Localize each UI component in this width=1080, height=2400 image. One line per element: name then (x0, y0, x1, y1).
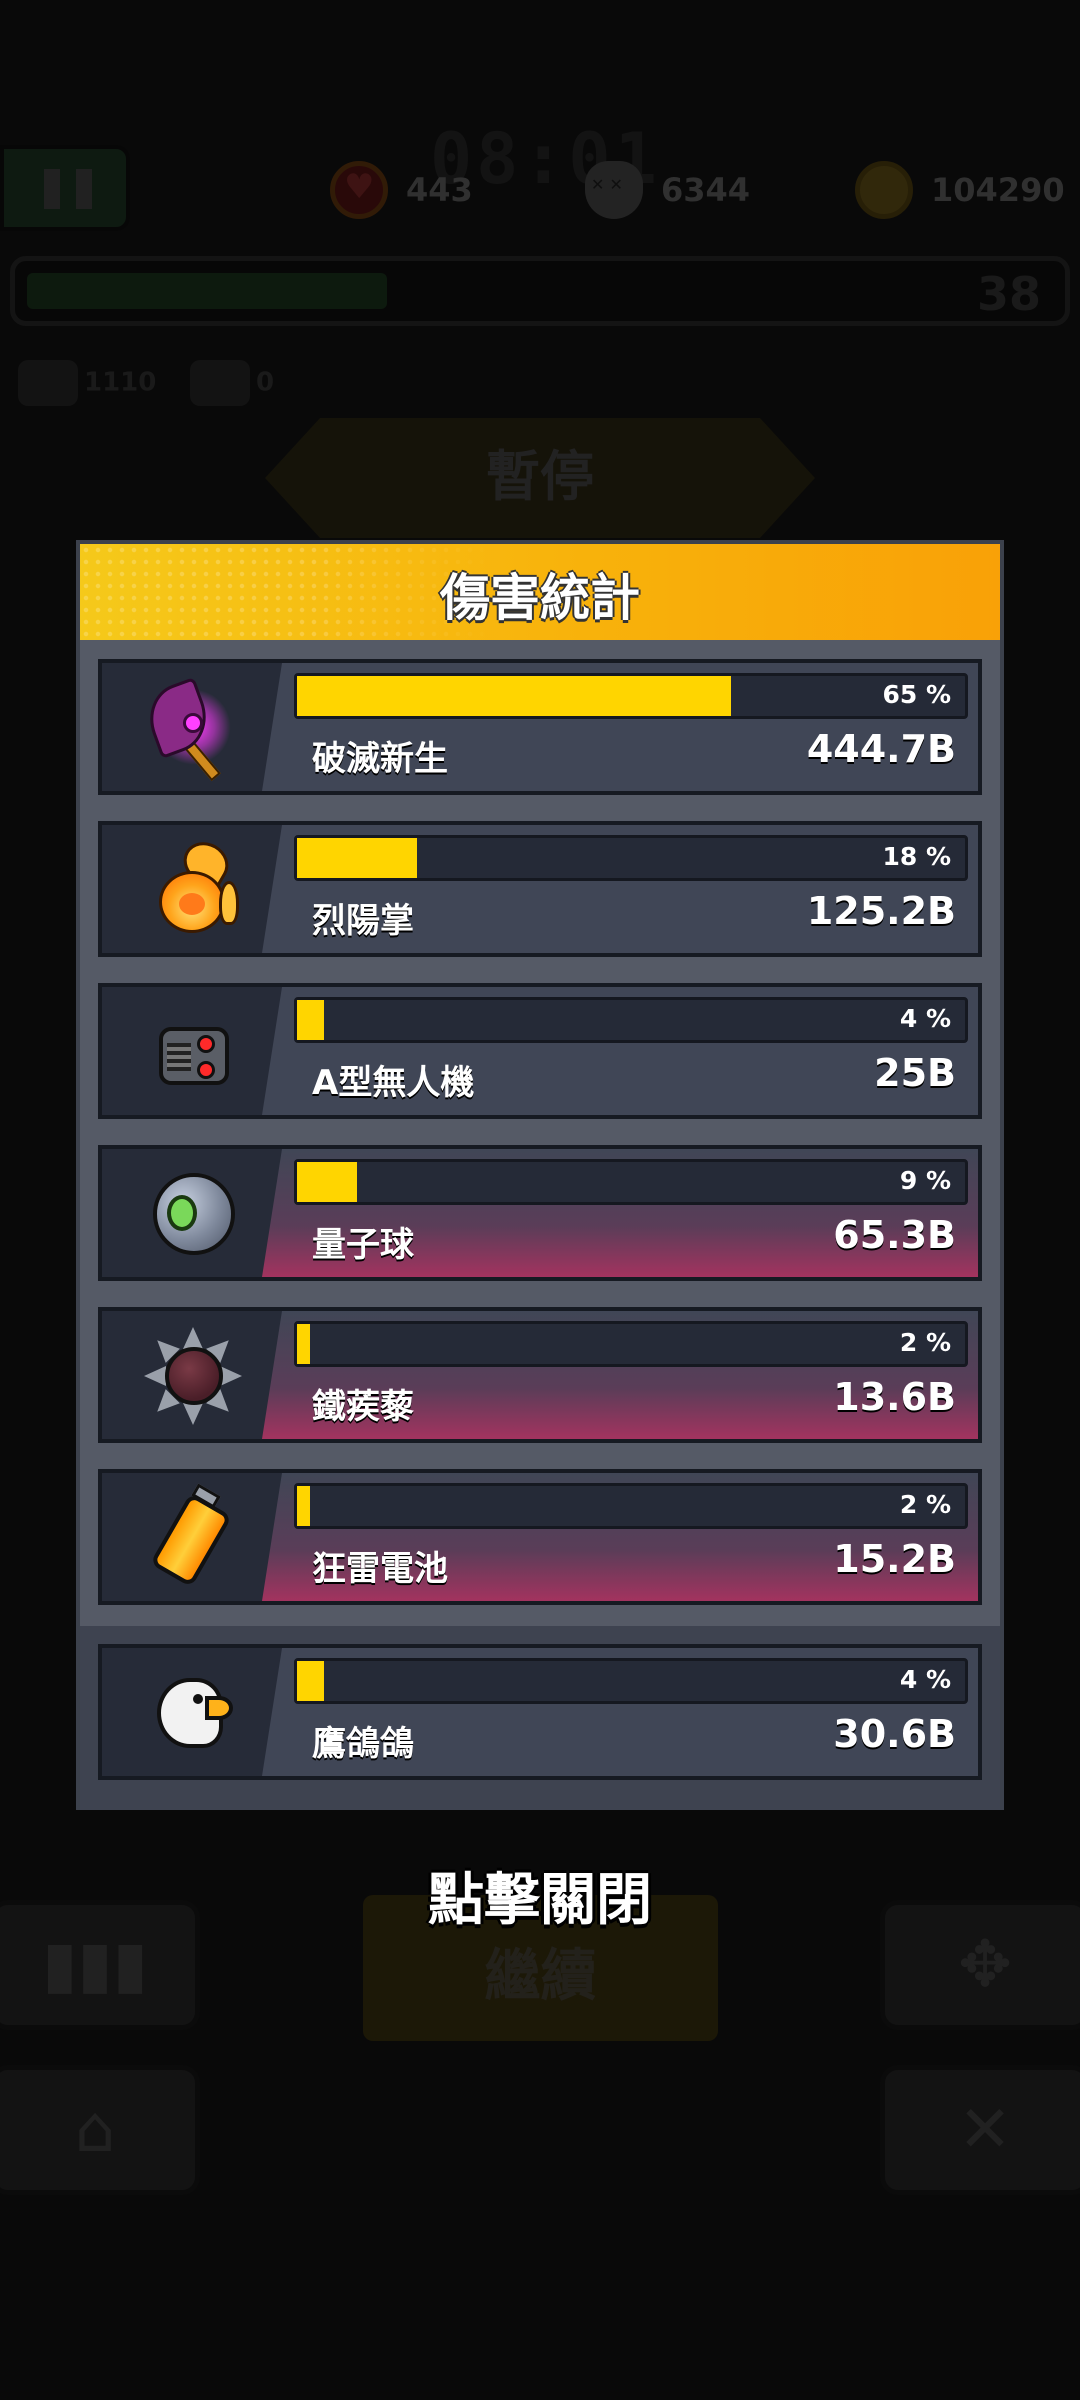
item-damage: 125.2B (806, 889, 956, 933)
damage-bar-fill (297, 676, 732, 716)
magnet-icon (18, 360, 78, 406)
tap-to-close-hint[interactable]: 點擊關閉 (340, 1855, 740, 1936)
item-damage: 30.6B (833, 1712, 956, 1756)
row-info: 2 % 鐵蒺藜 13.6B (262, 1311, 978, 1439)
damage-stats-panel: 傷害統計 65 % 破滅新生 444.7B 18 % 烈陽掌 125.2B 4 … (76, 540, 1004, 1810)
item-name: 鷹鴿鴿 (312, 1724, 414, 1764)
damage-bar: 65 % (294, 673, 968, 719)
row-icon-cell (102, 1149, 284, 1277)
damage-bar-fill (297, 838, 418, 878)
row-info: 4 % A型無人機 25B (262, 987, 978, 1115)
dpad-icon: ✥ (958, 1928, 1012, 2002)
mini-stat-2-value: 0 (256, 367, 275, 398)
mini-stat-2: 0 (190, 360, 274, 406)
hearts-value: 443 (406, 171, 473, 209)
drone-icon (145, 1003, 241, 1099)
mute-icon: ✕ (958, 2093, 1012, 2167)
quantum-orb-icon (145, 1165, 241, 1261)
damage-bar: 18 % (294, 835, 968, 881)
damage-bar-fill (297, 1162, 358, 1202)
level-value: 38 (976, 267, 1041, 321)
item-name: 狂雷電池 (312, 1549, 448, 1589)
joystick-button[interactable]: ✥ (880, 1900, 1080, 2030)
damage-row: 18 % 烈陽掌 125.2B (98, 821, 982, 957)
item-damage: 444.7B (806, 727, 956, 771)
damage-row: 65 % 破滅新生 444.7B (98, 659, 982, 795)
row-icon-cell (102, 1473, 284, 1601)
damage-percent: 2 % (899, 1328, 951, 1357)
damage-bar: 9 % (294, 1159, 968, 1205)
damage-bar-fill (297, 1324, 311, 1364)
damage-bar-fill (297, 1000, 324, 1040)
mute-button[interactable]: ✕ (880, 2065, 1080, 2195)
damage-percent: 4 % (899, 1004, 951, 1033)
mini-stat-1: 1110 (18, 360, 156, 406)
row-info: 18 % 烈陽掌 125.2B (262, 825, 978, 953)
panel-title: 傷害統計 (440, 569, 640, 627)
kills-counter: 6344 (585, 160, 750, 220)
spiked-ball-icon (144, 1327, 242, 1425)
damage-percent: 18 % (882, 842, 951, 871)
pause-title: 暫停 (486, 445, 594, 508)
item-damage: 25B (874, 1051, 956, 1095)
coins-value: 104290 (931, 171, 1065, 209)
row-info: 65 % 破滅新生 444.7B (262, 663, 978, 791)
companion-section: 4 % 鷹鴿鴿 30.6B (80, 1626, 1000, 1810)
hearts-counter: 443 (330, 160, 473, 220)
row-icon-cell (102, 1311, 284, 1439)
fire-paw-icon (145, 834, 241, 937)
mini-stat-1-value: 1110 (84, 367, 157, 398)
skull-icon (585, 161, 643, 219)
damage-row: 2 % 狂雷電池 15.2B (98, 1469, 982, 1605)
item-name: A型無人機 (312, 1063, 475, 1103)
damage-bar-fill (297, 1486, 311, 1526)
damage-row: 9 % 量子球 65.3B (98, 1145, 982, 1281)
row-icon-cell (102, 987, 284, 1115)
row-info: 9 % 量子球 65.3B (262, 1149, 978, 1277)
item-name: 鐵蒺藜 (312, 1387, 414, 1427)
damage-bar: 4 % (294, 1658, 968, 1704)
damage-bar: 2 % (294, 1321, 968, 1367)
damage-percent: 4 % (899, 1665, 951, 1694)
damage-percent: 2 % (899, 1490, 951, 1519)
bar-chart-icon: ▮▮▮ (42, 1928, 148, 2002)
home-button[interactable]: ⌂ (0, 2065, 200, 2195)
experience-fill (27, 273, 387, 309)
item-damage: 15.2B (833, 1537, 956, 1581)
item-name: 烈陽掌 (312, 901, 414, 941)
row-icon-cell (102, 1648, 284, 1776)
experience-bar: 38 (10, 256, 1070, 326)
item-damage: 65.3B (833, 1213, 956, 1257)
damage-bar: 2 % (294, 1483, 968, 1529)
continue-label: 繼續 (484, 1944, 597, 2009)
row-info: 2 % 狂雷電池 15.2B (262, 1473, 978, 1601)
damage-row: 4 % A型無人機 25B (98, 983, 982, 1119)
damage-bar: 4 % (294, 997, 968, 1043)
eagle-icon (145, 1664, 241, 1760)
pause-button[interactable] (0, 145, 130, 231)
damage-percent: 9 % (899, 1166, 951, 1195)
item-name: 破滅新生 (312, 739, 448, 779)
item-name: 量子球 (312, 1225, 414, 1265)
row-icon-cell (102, 663, 284, 791)
stats-button[interactable]: ▮▮▮ (0, 1900, 200, 2030)
panel-header: 傷害統計 (80, 544, 1000, 640)
item-damage: 13.6B (833, 1375, 956, 1419)
coin-icon (855, 161, 913, 219)
axe-icon (139, 677, 241, 782)
battery-icon (145, 1483, 241, 1588)
damage-percent: 65 % (882, 680, 951, 709)
kills-value: 6344 (661, 171, 751, 209)
damage-row: 2 % 鐵蒺藜 13.6B (98, 1307, 982, 1443)
heart-icon (330, 161, 388, 219)
row-icon-cell (102, 825, 284, 953)
damage-bar-fill (297, 1661, 324, 1701)
home-icon: ⌂ (74, 2093, 116, 2167)
shield-icon (190, 360, 250, 406)
row-info: 4 % 鷹鴿鴿 30.6B (262, 1648, 978, 1776)
coins-counter: 104290 (855, 160, 1065, 220)
companion-row: 4 % 鷹鴿鴿 30.6B (98, 1644, 982, 1780)
